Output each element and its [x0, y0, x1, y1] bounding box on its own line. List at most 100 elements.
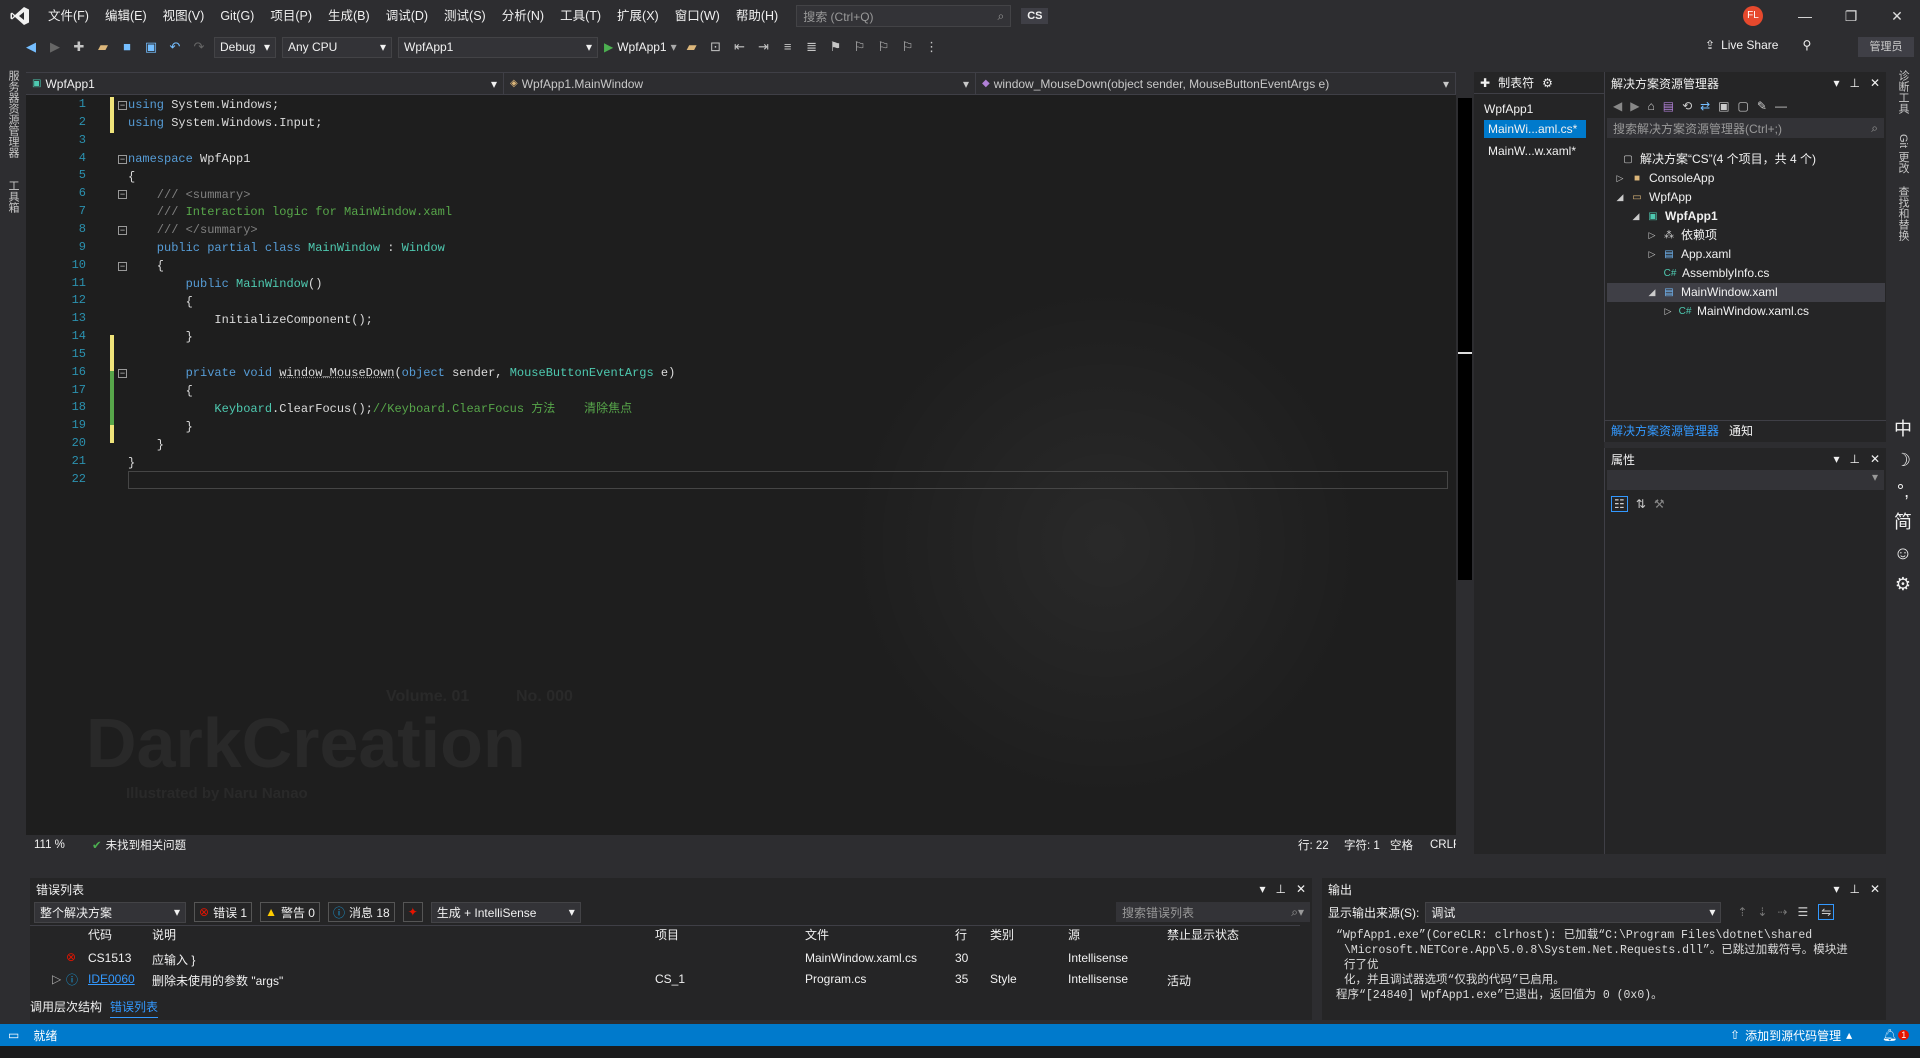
tab-mainwindow-cs[interactable]: MainWi...aml.cs* [1484, 120, 1586, 138]
row-code[interactable]: IDE0060 [88, 972, 135, 986]
dropdown-icon[interactable]: ▾ [1259, 882, 1265, 896]
pin-icon[interactable]: ⊥ [1849, 452, 1859, 466]
tree-item-mainwindow-cs[interactable]: ▷ C# MainWindow.xaml.cs [1663, 302, 1810, 321]
save-icon[interactable]: ■ [118, 38, 136, 56]
menu-extensions[interactable]: 扩展(X) [609, 0, 667, 32]
ime-moon-icon[interactable]: ☽ [1892, 445, 1914, 476]
zoom-level[interactable]: 111 % [26, 839, 78, 851]
open-folder-icon[interactable]: ▰ [683, 38, 701, 56]
menu-debug[interactable]: 调试(D) [378, 0, 436, 32]
find-prev-icon[interactable]: ⇡ [1737, 905, 1747, 919]
restore-icon[interactable]: ❐ [1828, 0, 1874, 32]
tree-item-assemblyinfo[interactable]: C# AssemblyInfo.cs [1663, 264, 1770, 283]
menu-tools[interactable]: 工具(T) [552, 0, 609, 32]
start-debugging-button[interactable]: ▶ WpfApp1 ▾ [604, 40, 677, 54]
error-search-input[interactable]: 搜索错误列表 ⌕▾ [1116, 902, 1310, 922]
tab-call-hierarchy[interactable]: 调用层次结构 [30, 998, 102, 1018]
alphabetical-icon[interactable]: ⇅ [1636, 497, 1646, 511]
open-file-icon[interactable]: ▰ [94, 38, 112, 56]
collapse-icon[interactable]: − [118, 155, 127, 164]
pin-icon[interactable]: ⊥ [1849, 76, 1859, 90]
collapse-icon[interactable]: − [118, 190, 127, 199]
table-row[interactable]: ⊗ CS1513 应输入 } MainWindow.xaml.cs 30 Int… [30, 948, 1290, 968]
cursor-line[interactable]: 行: 22 [1298, 837, 1329, 853]
collapse-icon[interactable]: − [118, 226, 127, 235]
column-header-source[interactable]: 源 [1068, 926, 1080, 943]
column-header-file[interactable]: 文件 [805, 926, 829, 943]
show-all-files-icon[interactable]: ▢ [1738, 99, 1749, 113]
menu-git[interactable]: Git(G) [212, 0, 262, 32]
feedback-icon[interactable]: ⚲ [1802, 38, 1811, 52]
tree-item-wpfapp1[interactable]: ◢ ▣ WpfApp1 [1631, 207, 1718, 226]
menu-project[interactable]: 项目(P) [262, 0, 320, 32]
collapse-icon[interactable]: − [118, 262, 127, 271]
expand-icon[interactable]: ▷ [1615, 169, 1625, 188]
close-icon[interactable]: ✕ [1870, 882, 1880, 896]
pin-icon[interactable]: ⊥ [1849, 882, 1859, 896]
find-replace-tab[interactable]: 查找和替换 [1895, 186, 1911, 241]
live-share-button[interactable]: ⇪ Live Share ⚲ [1705, 38, 1811, 52]
gear-icon[interactable]: ⚙ [1542, 76, 1553, 90]
menu-window[interactable]: 窗口(W) [667, 0, 728, 32]
visual-studio-logo-icon[interactable] [0, 0, 40, 32]
goto-icon[interactable]: ⇢ [1777, 905, 1787, 919]
filter-icon[interactable]: ✦ [402, 902, 423, 922]
properties-icon[interactable]: ✎ [1757, 99, 1767, 113]
menu-help[interactable]: 帮助(H) [728, 0, 786, 32]
indent-icon[interactable]: ⇥ [755, 38, 773, 56]
menu-edit[interactable]: 编辑(E) [97, 0, 155, 32]
toolbox-tab[interactable]: 工具箱 [5, 180, 21, 213]
configuration-select[interactable]: Debug ▾ [214, 36, 276, 58]
close-window-icon[interactable]: ✕ [1874, 0, 1920, 32]
minimize-icon[interactable]: — [1782, 0, 1828, 32]
build-filter-select[interactable]: 生成 + IntelliSense ▾ [430, 901, 581, 923]
pin-icon[interactable]: ⊥ [1275, 882, 1285, 896]
editor-vertical-scrollbar[interactable] [1456, 94, 1474, 854]
ime-punctuation-icon[interactable]: °, [1892, 476, 1914, 507]
code-area[interactable]: using System.Windows; using System.Windo… [128, 95, 1448, 835]
collapse-icon[interactable]: ◢ [1647, 283, 1657, 302]
format-icon[interactable]: ⇤ [731, 38, 749, 56]
ime-emoji-icon[interactable]: ☺ [1892, 538, 1914, 569]
column-header-description[interactable]: 说明 [152, 926, 176, 943]
close-icon[interactable]: ✕ [1296, 882, 1306, 896]
project-nav-select[interactable]: ▣ WpfApp1 ▾ [26, 73, 504, 94]
git-changes-tab[interactable]: Git 更改 [1895, 134, 1911, 173]
pending-changes-icon[interactable]: ⟲ [1682, 99, 1692, 113]
collapse-icon[interactable]: ◢ [1615, 188, 1625, 207]
solution-search-input[interactable]: 搜索解决方案资源管理器(Ctrl+;) ⌕ [1607, 118, 1884, 138]
tree-item-mainwindow-xaml[interactable]: ◢ ▤ MainWindow.xaml [1607, 283, 1885, 302]
column-header-suppression[interactable]: 禁止显示状态 [1167, 926, 1239, 943]
dropdown-icon[interactable]: ▾ [1833, 452, 1839, 466]
indent-mode[interactable]: 空格 [1390, 837, 1413, 853]
find-next-icon[interactable]: ⇣ [1757, 905, 1767, 919]
prev-bookmark-icon[interactable]: ⚐ [851, 38, 869, 56]
sync-icon[interactable]: ⇄ [1700, 99, 1710, 113]
pin-icon[interactable]: ✚ [1480, 76, 1490, 90]
collapse-icon[interactable]: − [118, 369, 127, 378]
new-project-icon[interactable]: ✚ [70, 38, 88, 56]
ime-settings-icon[interactable]: ⚙ [1892, 569, 1914, 600]
table-row[interactable]: ▷ ⓘ IDE0060 删除未使用的参数 "args" CS_1 Program… [30, 969, 1290, 989]
user-avatar[interactable]: FL [1743, 6, 1763, 26]
tab-solution-explorer[interactable]: 解决方案资源管理器 [1611, 422, 1719, 439]
categorized-icon[interactable]: ☷ [1611, 496, 1628, 512]
tree-item-wpfapp[interactable]: ◢ ▭ WpfApp [1615, 188, 1692, 207]
class-nav-select[interactable]: ◈ WpfApp1.MainWindow ▾ [504, 73, 976, 94]
expand-icon[interactable]: ▷ [1647, 226, 1657, 245]
errors-filter-button[interactable]: ⊗ 错误 1 [194, 902, 253, 922]
tree-item-consoleapp[interactable]: ▷ ■ ConsoleApp [1615, 169, 1715, 188]
menu-build[interactable]: 生成(B) [320, 0, 378, 32]
member-nav-select[interactable]: ◆ window_MouseDown(object sender, MouseBu… [976, 73, 1456, 94]
tab-notifications[interactable]: 通知 [1729, 422, 1753, 439]
tab-error-list[interactable]: 错误列表 [110, 998, 159, 1018]
menu-analyze[interactable]: 分析(N) [494, 0, 552, 32]
close-icon[interactable]: ✕ [1870, 76, 1880, 90]
properties-object-select[interactable]: ▾ [1607, 470, 1884, 490]
navigate-back-icon[interactable]: ◀ [22, 38, 40, 56]
wrench-icon[interactable]: ⚒ [1654, 497, 1665, 511]
tree-item-dependencies[interactable]: ▷ ⁂ 依赖项 [1647, 226, 1717, 245]
column-header-line[interactable]: 行 [955, 926, 967, 943]
word-wrap-icon[interactable]: ⇋ [1818, 904, 1835, 920]
redo-icon[interactable]: ↷ [190, 38, 208, 56]
